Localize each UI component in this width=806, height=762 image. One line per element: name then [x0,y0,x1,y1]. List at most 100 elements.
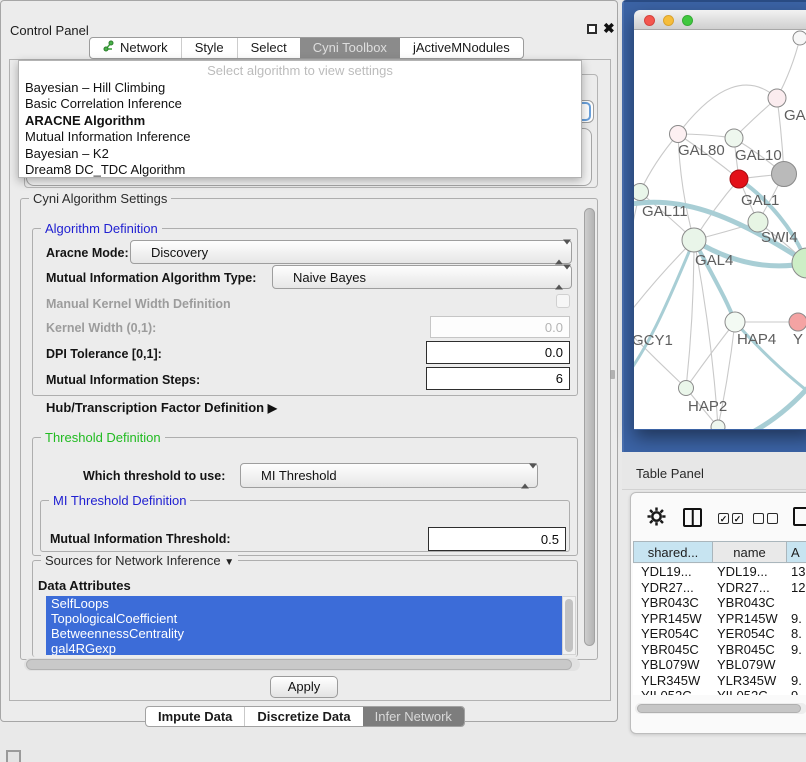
table-row[interactable]: YBR045CYBR045C9. [633,642,806,658]
network-graph[interactable]: GALGAL80GAL10GAL1GAL11SWI4GAL4HAP4YGCY1H… [634,30,806,429]
settings-vertical-scrollbar[interactable] [583,206,596,658]
algorithm-option[interactable]: ARACNE Algorithm [19,113,581,129]
threshold-definition-title: Threshold Definition [41,430,165,445]
chevron-up-down-icon [555,245,563,260]
unchecked-checkbox-icon[interactable] [767,513,778,524]
tab-network[interactable]: Network [90,38,181,58]
data-attributes-list[interactable]: SelfLoopsTopologicalCoefficientBetweenne… [46,596,562,655]
attribute-list-item[interactable]: SelfLoops [46,596,562,611]
mi-steps-field[interactable]: 6 [426,367,570,390]
tab-select[interactable]: Select [237,38,300,58]
splitter-grip[interactable] [610,370,615,379]
column-header-shared-name[interactable]: shared... [633,541,713,563]
table-row[interactable]: YDL19...YDL19...13 [633,564,806,580]
mac-close-icon[interactable] [644,15,655,26]
apply-button[interactable]: Apply [270,676,338,698]
node-label: GAL80 [678,142,725,159]
column-header-partial[interactable]: A [787,541,806,563]
attribute-list-item[interactable]: BetweennessCentrality [46,626,562,641]
network-window-titlebar[interactable] [634,10,806,30]
scrollbar-thumb[interactable] [26,659,572,670]
scrollbar-thumb[interactable] [637,704,801,713]
aracne-mode-value: Discovery [151,245,208,260]
column-header-name[interactable]: name [713,541,787,563]
network-canvas[interactable]: GALGAL80GAL10GAL1GAL11SWI4GAL4HAP4YGCY1H… [634,30,806,429]
attribute-list-scrollbar[interactable] [562,596,576,655]
checked-checkbox-icon[interactable]: ✓ [718,513,729,524]
hub-section-toggle[interactable]: Hub/Transcription Factor Definition ▶ [46,400,277,415]
table-cell: 9. [791,611,802,627]
network-node-hap4[interactable] [725,312,745,332]
sources-title-text: Sources for Network Inference [45,553,221,568]
data-attributes-label: Data Attributes [38,578,131,593]
mac-zoom-icon[interactable] [682,15,693,26]
tab-label: Style [195,38,224,58]
algorithm-option[interactable]: Bayesian – Hill Climbing [19,80,581,96]
float-panel-icon[interactable] [587,24,597,34]
table-cell: YER054C [641,626,699,642]
checked-checkbox-icon[interactable]: ✓ [732,513,743,524]
dock-panel-icon[interactable] [6,750,21,762]
node-label: SWI4 [761,229,798,246]
attribute-list-item[interactable]: TopologicalCoefficient [46,611,562,626]
network-window[interactable]: GALGAL80GAL10GAL1GAL11SWI4GAL4HAP4YGCY1H… [634,10,806,430]
table-row[interactable]: YDR27...YDR27...12 [633,580,806,596]
close-icon[interactable]: ✖ [603,20,615,37]
kernel-width-value: 0.0 [545,320,563,335]
tab-infer-network[interactable]: Infer Network [363,707,464,726]
new-table-icon[interactable] [793,507,806,526]
network-node-gal11[interactable] [634,184,649,201]
algorithm-option[interactable]: Mutual Information Inference [19,129,581,145]
mac-minimize-icon[interactable] [663,15,674,26]
table-cell: YBR043C [717,595,775,611]
aracne-mode-select[interactable]: Discovery [130,240,572,264]
split-view-icon[interactable] [683,508,702,527]
unchecked-checkbox-icon[interactable] [753,513,764,524]
network-node-gal10[interactable] [725,129,743,147]
hub-section-label: Hub/Transcription Factor Definition [46,400,264,415]
algorithm-option[interactable]: Basic Correlation Inference [19,96,581,112]
network-node-hap2[interactable] [679,381,694,396]
which-threshold-select[interactable]: MI Threshold [240,463,538,488]
table-row[interactable]: YBR043CYBR043C [633,595,806,611]
network-node-gal4[interactable] [682,228,706,252]
table-row[interactable]: YPR145WYPR145W9. [633,611,806,627]
table-cell: 9. [791,642,802,658]
network-node[interactable] [772,162,797,187]
tab-style[interactable]: Style [181,38,237,58]
table-row[interactable]: YBL079WYBL079W [633,657,806,673]
tab-jactivemnodules[interactable]: jActiveMNodules [400,38,523,58]
which-threshold-label: Which threshold to use: [83,469,225,483]
table-row[interactable]: YER054CYER054C8. [633,626,806,642]
node-label: GAL10 [735,147,782,164]
mi-type-select[interactable]: Naive Bayes [272,265,572,289]
node-label: GAL11 [642,203,688,220]
network-node-gal80[interactable] [670,126,687,143]
table-panel-title: Table Panel [636,466,704,481]
settings-horizontal-scrollbar[interactable] [24,658,580,671]
mi-threshold-field[interactable]: 0.5 [428,527,566,551]
dpi-tolerance-field[interactable]: 0.0 [426,341,570,364]
table-cell: YLR345W [717,673,776,689]
table-horizontal-scrollbar[interactable] [635,703,806,714]
table-cell: YDR27... [641,580,694,596]
algorithm-option[interactable]: Bayesian – K2 [19,146,581,162]
kernel-width-field[interactable]: 0.0 [430,316,570,338]
sources-group-title[interactable]: Sources for Network Inference ▼ [41,553,238,568]
attribute-list-item[interactable]: gal4RGexp [46,641,562,655]
table-row[interactable]: YLR345WYLR345W9. [633,673,806,689]
algorithm-option[interactable]: Dream8 DC_TDC Algorithm [19,162,581,178]
scrollbar-thumb[interactable] [584,208,595,646]
manual-kernel-checkbox[interactable] [556,294,570,308]
tab-cyni-toolbox[interactable]: Cyni Toolbox [300,38,400,58]
scrollbar-thumb[interactable] [565,599,573,652]
network-node-gal[interactable] [768,89,786,107]
network-node-y[interactable] [789,313,806,331]
gear-icon[interactable] [647,507,666,531]
network-node[interactable] [793,31,806,45]
network-node-gal1[interactable] [730,170,748,188]
tab-impute-data[interactable]: Impute Data [146,707,244,726]
network-node[interactable] [711,420,725,429]
tab-discretize-data[interactable]: Discretize Data [244,707,362,726]
table-row[interactable]: YIL052CYIL052C9. [633,688,806,695]
